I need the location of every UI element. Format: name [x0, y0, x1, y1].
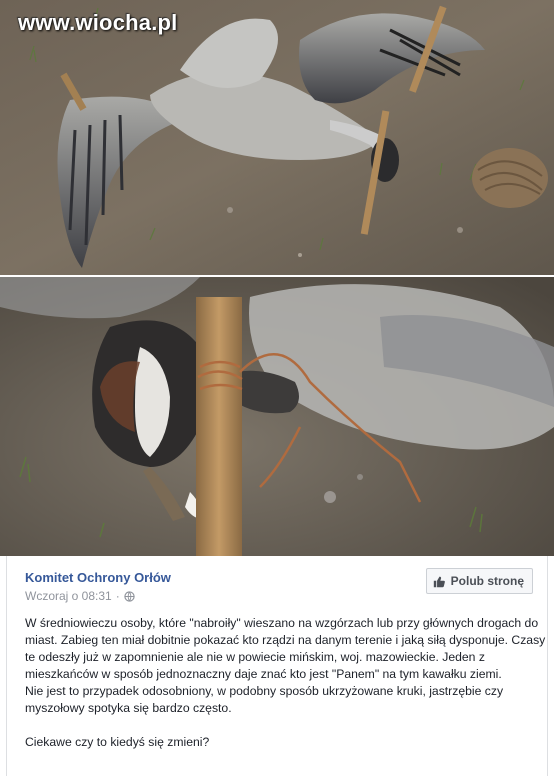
page-name-link[interactable]: Komitet Ochrony Orłów: [25, 570, 171, 585]
thumbs-up-icon: [433, 576, 445, 587]
facebook-post: Komitet Ochrony Orłów Wczoraj o 08:31 · …: [0, 556, 554, 776]
dead-crane-photo-wide: [0, 0, 554, 275]
post-timestamp[interactable]: Wczoraj o 08:31: [25, 589, 112, 603]
post-photo-top[interactable]: [0, 0, 554, 275]
post-paragraph: Nie jest to przypadek odosobniony, w pod…: [25, 684, 504, 715]
post-paragraph: Ciekawe czy to kiedyś się zmieni?: [25, 735, 210, 749]
post-photo-bottom[interactable]: [0, 277, 554, 556]
like-page-button[interactable]: Polub stronę: [425, 568, 533, 594]
globe-icon[interactable]: [124, 590, 135, 602]
dead-crane-photo-closeup: [0, 277, 554, 556]
post-card: Komitet Ochrony Orłów Wczoraj o 08:31 · …: [6, 556, 548, 776]
post-meta: Wczoraj o 08:31 ·: [25, 589, 135, 603]
meta-separator: ·: [115, 589, 120, 603]
post-body: W średniowieczu osoby, które "nabroiły" …: [25, 615, 550, 751]
watermark: www.wiocha.pl: [18, 10, 178, 35]
post-paragraph: W średniowieczu osoby, które "nabroiły" …: [25, 616, 546, 681]
like-button-label: Polub stronę: [450, 574, 524, 588]
